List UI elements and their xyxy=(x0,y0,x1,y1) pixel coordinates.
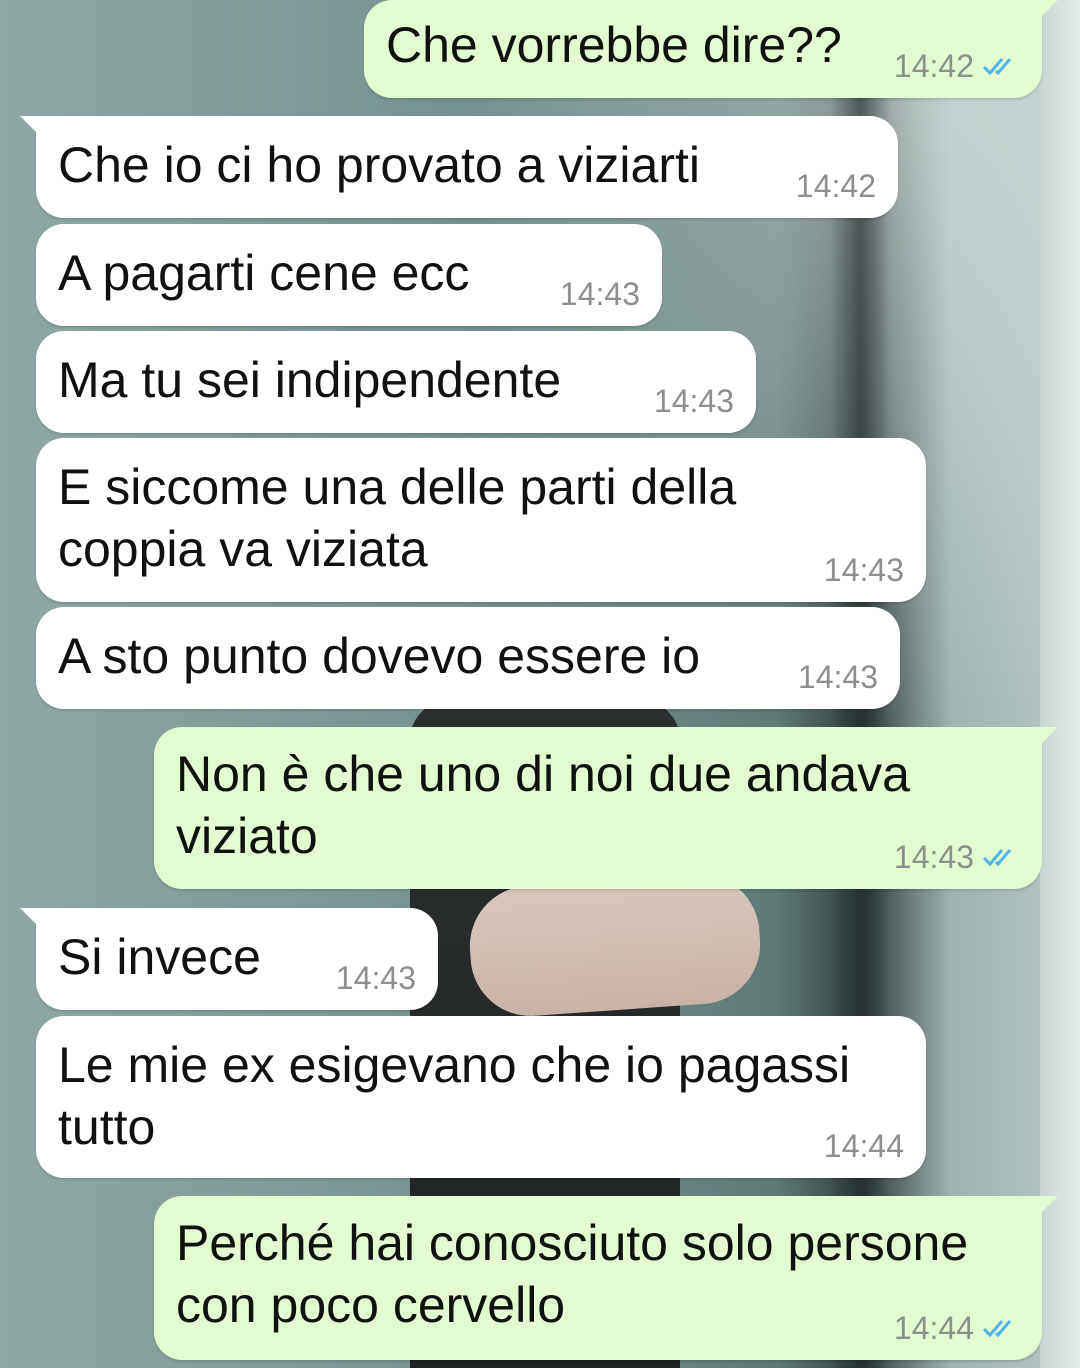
message-bubble-outgoing[interactable]: Non è che uno di noi due andava viziato … xyxy=(154,727,1058,889)
message-time: 14:44 xyxy=(823,1128,904,1164)
message-bubble-incoming[interactable]: Le mie ex esigevano che io pagassi tutto… xyxy=(36,1016,926,1178)
message-time: 14:43 xyxy=(823,552,904,588)
message-bubble-outgoing[interactable]: Che vorrebbe dire?? 14:42 xyxy=(364,0,1058,98)
bubble-tail xyxy=(1036,0,1058,22)
message-text: Che vorrebbe dire?? xyxy=(386,17,842,73)
message-text: E siccome una delle parti della coppia v… xyxy=(58,459,737,577)
message-bubble-incoming[interactable]: A sto punto dovevo essere io 14:43 xyxy=(36,607,900,709)
message-bubble-incoming[interactable]: A pagarti cene ecc 14:43 xyxy=(36,224,662,326)
message-time: 14:43 xyxy=(653,383,734,419)
message-bubble-outgoing[interactable]: Perché hai conosciuto solo persone con p… xyxy=(154,1196,1058,1360)
message-time: 14:42 xyxy=(795,168,876,204)
message-time: 14:43 xyxy=(559,276,640,312)
message-meta: 14:44 xyxy=(894,1310,1020,1346)
message-text: Ma tu sei indipendente xyxy=(58,352,562,408)
bubble-tail xyxy=(20,908,42,930)
message-meta: 14:42 xyxy=(894,48,1020,84)
double-check-icon xyxy=(982,58,1012,76)
message-time: 14:43 xyxy=(893,839,974,875)
message-bubble-incoming[interactable]: E siccome una delle parti della coppia v… xyxy=(36,438,926,602)
message-bubble-incoming[interactable]: Ma tu sei indipendente 14:43 xyxy=(36,331,756,433)
message-bubble-incoming[interactable]: Si invece 14:43 xyxy=(20,908,438,1010)
message-text: Non è che uno di noi due andava viziato xyxy=(176,746,910,864)
message-text: Le mie ex esigevano che io pagassi tutto xyxy=(58,1037,851,1155)
message-time: 14:43 xyxy=(335,960,416,996)
message-time: 14:42 xyxy=(893,48,974,84)
message-text: Si invece xyxy=(58,929,261,985)
double-check-icon xyxy=(982,1320,1012,1338)
message-bubble-incoming[interactable]: Che io ci ho provato a viziarti 14:42 xyxy=(20,116,898,218)
message-list: Che vorrebbe dire?? 14:42 Che io ci ho p… xyxy=(0,0,1080,1368)
message-text: Perché hai conosciuto solo persone con p… xyxy=(176,1215,969,1333)
message-text: Che io ci ho provato a viziarti xyxy=(58,137,700,193)
message-time: 14:44 xyxy=(893,1310,974,1346)
bubble-tail xyxy=(1036,1196,1058,1218)
message-time: 14:43 xyxy=(797,659,878,695)
double-check-icon xyxy=(982,849,1012,867)
message-text: A pagarti cene ecc xyxy=(58,245,470,301)
message-meta: 14:43 xyxy=(894,839,1020,875)
bubble-tail xyxy=(20,116,42,138)
message-text: A sto punto dovevo essere io xyxy=(58,628,701,684)
bubble-tail xyxy=(1036,727,1058,749)
